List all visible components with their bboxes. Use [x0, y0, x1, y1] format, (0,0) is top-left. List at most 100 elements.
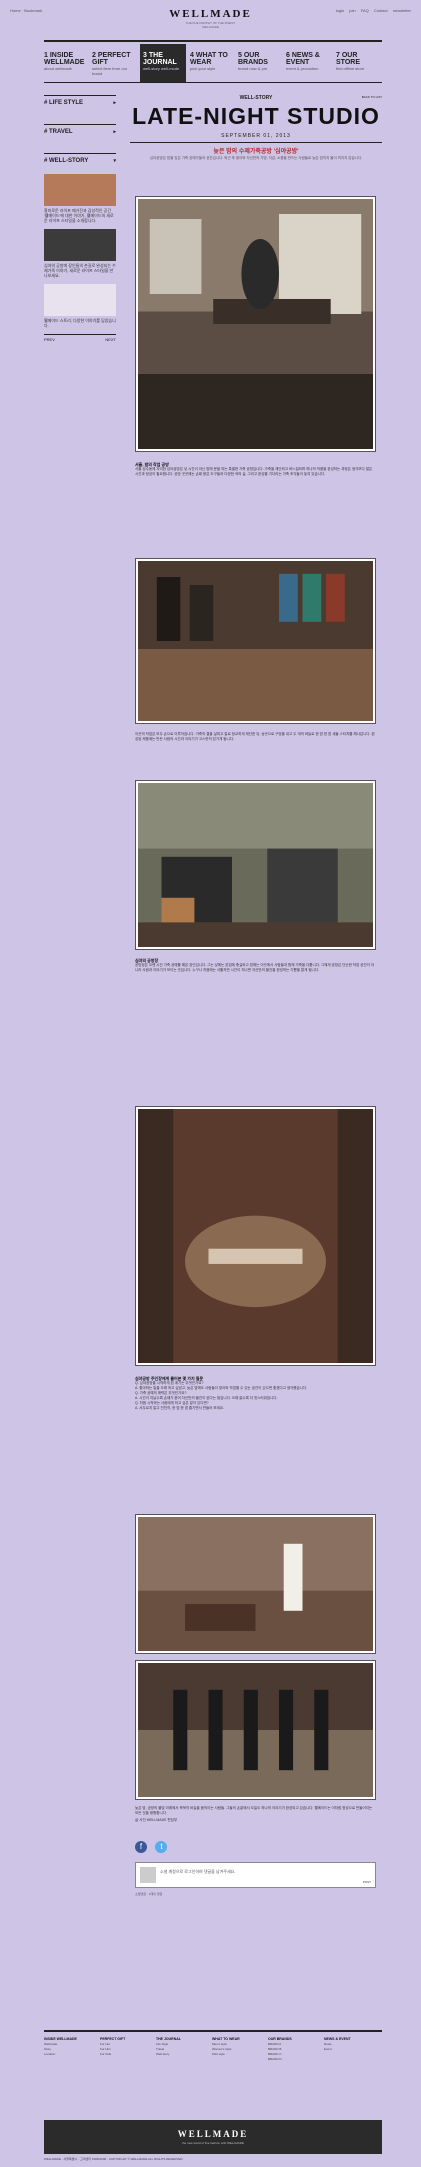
footer-col: WHAT TO WEAR Men's style Women's style K…: [212, 2037, 240, 2057]
article-photo-thread: [135, 1514, 376, 1654]
copyright: WELLMADE · 서울특별시 · 고객센터 1588-0000 · COPY…: [44, 2157, 183, 2161]
paragraph-text: 서울 성수동에 자리한 심야공방은 낮 시간이 아닌 밤에 문을 여는 특별한 …: [135, 467, 373, 476]
social-share: f t: [135, 1836, 171, 1853]
nav-sub: about wellmade: [44, 66, 73, 71]
section-label: # TRAVEL: [44, 129, 73, 135]
paragraph-text: 이곳의 작업은 모두 손으로 이루어집니다. 가죽의 결을 살피고 칼로 정교하…: [135, 732, 375, 741]
nav-label: OUR STORE: [336, 52, 360, 66]
nav-label: INSIDE WELLMADE: [44, 52, 85, 66]
breadcrumb-label: WELL-STORY: [239, 95, 273, 101]
nav-num: 4: [190, 52, 194, 59]
article-photo-leather-tools: [135, 1660, 376, 1800]
comment-count: 소셜댓글 · 0개의 댓글: [135, 1892, 163, 1896]
breadcrumb: WELL-STORY BACK TO LIST: [130, 95, 382, 103]
qa-section: 심야공방 주인장에게 물어본 몇 가지 질문 Q. 심야공방을 시작하게 된 계…: [135, 1376, 376, 1411]
article-date: SEPTEMBER 01, 2013: [130, 133, 382, 143]
footer-link[interactable]: Location: [44, 2052, 77, 2057]
nav-sub: brand now & pre: [238, 66, 268, 71]
nav-label: THE JOURNAL: [143, 52, 177, 66]
site-logo[interactable]: WELLMADE THE PHILOSOPHY OF THE FINEST WE…: [0, 8, 421, 29]
facebook-icon[interactable]: f: [135, 1841, 147, 1853]
article-paragraph: 늦은 밤, 공방의 불빛 아래에서 묵묵히 바늘을 움직이는 사람들. 그들의 …: [135, 1806, 376, 1823]
twitter-icon[interactable]: t: [155, 1841, 168, 1853]
nav-label: PERFECT GIFT: [92, 52, 131, 66]
post-button[interactable]: POST: [363, 1880, 371, 1884]
sidebar-section-lifestyle[interactable]: # LIFE STYLE ▸: [44, 95, 116, 114]
story-thumbnail[interactable]: [44, 174, 116, 206]
nav-news-event[interactable]: 6 NEWS & EVENT event & promotion: [286, 52, 332, 82]
chevron-right-icon: ▸: [113, 100, 116, 106]
logo-tagline-2: WELLMADE: [202, 25, 219, 29]
nav-num: 2: [92, 52, 96, 59]
page-title: LATE-NIGHT STUDIO: [132, 103, 380, 129]
article-photo-studio: [135, 196, 376, 452]
section-label: # WELL-STORY: [44, 158, 89, 164]
paragraph-text: 공방장은 오랜 시간 가죽 공예를 해온 장인입니다. 그는 낮에는 본업에 충…: [135, 963, 375, 972]
nav-label: NEWS & EVENT: [286, 52, 320, 66]
logo-name: WELLMADE: [169, 8, 252, 20]
footer-col: OUR BRANDS BRAND A BRAND B BRAND C BRAND…: [268, 2037, 292, 2062]
story-thumbnail[interactable]: [44, 229, 116, 261]
article-photo-workshop: [135, 780, 376, 950]
article-paragraph: 서울, 밤의 작업 공방 서울 성수동에 자리한 심야공방은 낮 시간이 아닌 …: [135, 462, 376, 477]
sidebar-section-travel[interactable]: # TRAVEL ▸: [44, 124, 116, 143]
article-signature: 글·사진 WELLMADE 편집부: [135, 1818, 178, 1822]
footer-link[interactable]: Event: [324, 2047, 351, 2052]
chevron-right-icon: ▸: [113, 129, 116, 135]
footer-col: NEWS & EVENT News Event: [324, 2037, 351, 2052]
thread-image: [138, 1517, 373, 1651]
sidebar-section-wellstory[interactable]: # WELL-STORY ▾: [44, 153, 116, 172]
nav-sub: well-story well-mode: [143, 66, 180, 71]
story-excerpt[interactable]: 웰메이드 스토리, 다양한 이야기를 담았습니다.: [44, 318, 116, 328]
nav-num: 1: [44, 52, 48, 59]
story-excerpt[interactable]: 심야의 공방에 장인들의 손길로 완성되는 수제가죽 이야기, 새로운 라이프 …: [44, 263, 116, 278]
article-paragraph: 심야의 공방장 공방장은 오랜 시간 가죽 공예를 해온 장인입니다. 그는 낮…: [135, 958, 376, 973]
nav-our-brands[interactable]: 5 OUR BRANDS brand now & pre: [238, 52, 284, 82]
section-label: # LIFE STYLE: [44, 100, 84, 106]
nav-num: 5: [238, 52, 242, 59]
nav-inside-wellmade[interactable]: 1 INSIDE WELLMADE about wellmade: [44, 52, 90, 82]
workshop-image: [138, 783, 373, 947]
qa-line: A. 서두르지 말고 천천히, 한 땀 한 땀 즐기면서 만들어 보세요.: [135, 1406, 225, 1410]
nav-label: OUR BRANDS: [238, 52, 268, 66]
footer-col: PERFECT GIFT For Her For Him For Kids: [100, 2037, 125, 2057]
footer-link[interactable]: Kids style: [212, 2052, 240, 2057]
nav-num: 3: [143, 52, 147, 59]
comment-input[interactable]: 소셜 계정으로 로그인하여 댓글을 남겨주세요.: [160, 1869, 235, 1875]
nav-num: 7: [336, 52, 340, 59]
article-photo-stitching: [135, 1106, 376, 1366]
footer-link[interactable]: BRAND D: [268, 2057, 292, 2062]
nav-our-store[interactable]: 7 OUR STORE find offline store: [336, 52, 382, 82]
nav-perfect-gift[interactable]: 2 PERFECT GIFT select item from our bran…: [92, 52, 138, 82]
logo-tagline: THE PHILOSOPHY OF THE FINEST WELLMADE: [0, 21, 421, 29]
comment-box[interactable]: 소셜 계정으로 로그인하여 댓글을 남겨주세요. POST: [135, 1862, 376, 1888]
tools-image: [138, 561, 373, 721]
story-excerpt[interactable]: 흥미로운 라이프 매거진과 감성적인 공간 '웰메이드'에 대한 이야기, 웰메…: [44, 208, 116, 223]
footer-link[interactable]: For Kids: [100, 2052, 125, 2057]
footer-link[interactable]: Well-story: [156, 2052, 181, 2057]
paragraph-text: 늦은 밤, 공방의 불빛 아래에서 묵묵히 바늘을 움직이는 사람들. 그들의 …: [135, 1806, 373, 1815]
avatar: [140, 1867, 156, 1883]
sidebar: # LIFE STYLE ▸ # TRAVEL ▸ # WELL-STORY ▾…: [44, 95, 116, 345]
story-thumbnail[interactable]: [44, 284, 116, 316]
sidebar-pager: PREV NEXT: [44, 334, 116, 345]
prev-button[interactable]: PREV: [44, 337, 55, 342]
footer: INSIDE WELLMADE Wellmade Story Location …: [44, 2030, 382, 2061]
footer-tagline: the new world of fine fashion with WELLM…: [182, 2141, 244, 2145]
nav-what-to-wear[interactable]: 4 WHAT TO WEAR pick your style: [190, 52, 236, 82]
back-to-list-link[interactable]: BACK TO LIST: [362, 95, 382, 99]
footer-col: THE JOURNAL Life Style Travel Well-story: [156, 2037, 181, 2057]
next-button[interactable]: NEXT: [105, 337, 116, 342]
nav-label: WHAT TO WEAR: [190, 52, 228, 66]
stitching-image: [138, 1109, 373, 1363]
nav-sub: select item from our brand: [92, 66, 128, 76]
footer-col: INSIDE WELLMADE Wellmade Story Location: [44, 2037, 77, 2057]
nav-the-journal[interactable]: 3 THE JOURNAL well-story well-mode: [140, 44, 186, 82]
nav-sub: find offline store: [336, 66, 365, 71]
page: Home · Bookmark login join FAQ Contact n…: [0, 0, 421, 2167]
article-photo-tools: [135, 558, 376, 724]
footer-logo: WELLMADE: [177, 2129, 249, 2139]
nav-sub: pick your style: [190, 66, 216, 71]
article-intro: 심야공방은 밤을 잊은 가죽 공예가들의 공간입니다. 퇴근 후 찾아와 자신만…: [149, 156, 363, 160]
article-subtitle: 늦은 밤의 수제가죽공방 '심야공방': [213, 149, 299, 155]
